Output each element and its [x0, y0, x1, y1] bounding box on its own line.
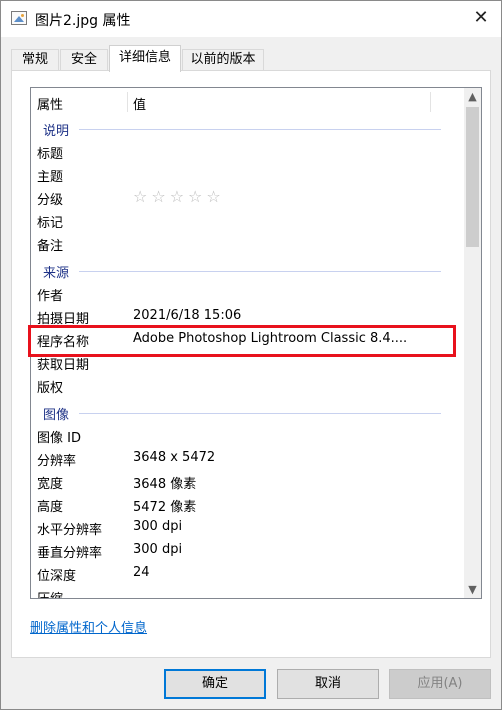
group-label: 说明 [43, 124, 70, 139]
apply-button[interactable]: 应用(A) [389, 669, 491, 699]
details-panel: 属性 值 说明 标题 主题 分级 ☆☆☆☆☆ 标记 备注 来源 作者 拍摄日期 … [11, 70, 491, 658]
property-row[interactable]: 宽度 3648 像素 [31, 470, 464, 493]
property-list[interactable]: 属性 值 说明 标题 主题 分级 ☆☆☆☆☆ 标记 备注 来源 作者 拍摄日期 … [30, 87, 482, 599]
rating-stars[interactable]: ☆☆☆☆☆ [133, 187, 225, 206]
group-divider [79, 129, 441, 130]
property-name: 版权 [37, 381, 64, 396]
vertical-scrollbar[interactable]: ▲ ▼ [464, 88, 481, 598]
title-bar: 图片2.jpg 属性 ✕ [1, 1, 501, 37]
property-row[interactable]: 标题 [31, 140, 464, 163]
property-row[interactable]: 主题 [31, 163, 464, 186]
ok-button[interactable]: 确定 [164, 669, 266, 699]
tab-general[interactable]: 常规 [11, 49, 59, 71]
property-name: 作者 [37, 289, 64, 304]
property-name: 主题 [37, 170, 64, 185]
property-row[interactable]: 作者 [31, 282, 464, 305]
group-label: 图像 [43, 408, 70, 423]
property-name: 标记 [37, 216, 64, 231]
property-name: 宽度 [37, 477, 64, 492]
property-value: 300 dpi [133, 519, 183, 534]
property-row[interactable]: 版权 [31, 374, 464, 397]
property-value: Adobe Photoshop Lightroom Classic 8.4...… [133, 331, 408, 346]
property-row[interactable]: 标记 [31, 209, 464, 232]
group-divider [79, 271, 441, 272]
property-row[interactable]: 垂直分辨率 300 dpi [31, 539, 464, 562]
property-row-program-name[interactable]: 程序名称 Adobe Photoshop Lightroom Classic 8… [31, 328, 464, 351]
property-name: 高度 [37, 500, 64, 515]
window-title: 图片2.jpg 属性 [35, 13, 131, 29]
property-name: 压缩 [37, 588, 63, 598]
property-row[interactable]: 压缩 [31, 585, 464, 598]
property-value: 3648 像素 [133, 477, 197, 492]
column-divider[interactable] [127, 92, 128, 112]
column-header-property[interactable]: 属性 [37, 94, 63, 113]
property-row[interactable]: 分辨率 3648 x 5472 [31, 447, 464, 470]
group-header-origin[interactable]: 来源 [31, 259, 464, 282]
property-row[interactable]: 水平分辨率 300 dpi [31, 516, 464, 539]
property-name: 图像 ID [37, 431, 81, 446]
property-row[interactable]: 高度 5472 像素 [31, 493, 464, 516]
property-name: 备注 [37, 239, 64, 254]
tab-previous-versions[interactable]: 以前的版本 [182, 49, 264, 71]
group-divider [79, 413, 441, 414]
property-value: 24 [133, 565, 150, 580]
column-header-value[interactable]: 值 [133, 94, 146, 113]
property-value: 3648 x 5472 [133, 450, 216, 465]
property-name: 拍摄日期 [37, 312, 90, 327]
scroll-up-arrow-icon[interactable]: ▲ [464, 88, 481, 105]
column-divider[interactable] [430, 92, 431, 112]
property-name: 分级 [37, 193, 64, 208]
property-row[interactable]: 备注 [31, 232, 464, 255]
image-file-icon [11, 11, 27, 25]
property-name: 水平分辨率 [37, 523, 103, 538]
property-row[interactable]: 图像 ID [31, 424, 464, 447]
property-row[interactable]: 获取日期 [31, 351, 464, 374]
property-name: 标题 [37, 147, 64, 162]
close-button[interactable]: ✕ [467, 5, 495, 31]
list-header: 属性 值 [31, 88, 464, 116]
scrollbar-thumb[interactable] [466, 107, 479, 247]
property-row[interactable]: 拍摄日期 2021/6/18 15:06 [31, 305, 464, 328]
remove-properties-link[interactable]: 删除属性和个人信息 [30, 617, 147, 636]
tab-details[interactable]: 详细信息 [109, 45, 181, 72]
cancel-button[interactable]: 取消 [277, 669, 379, 699]
property-value: 5472 像素 [133, 500, 197, 515]
scroll-down-arrow-icon[interactable]: ▼ [464, 581, 481, 598]
group-header-description[interactable]: 说明 [31, 117, 464, 140]
group-label: 来源 [43, 266, 70, 281]
property-name: 垂直分辨率 [37, 546, 103, 561]
property-row[interactable]: 分级 ☆☆☆☆☆ [31, 186, 464, 209]
property-list-content: 属性 值 说明 标题 主题 分级 ☆☆☆☆☆ 标记 备注 来源 作者 拍摄日期 … [31, 88, 464, 598]
property-row[interactable]: 位深度 24 [31, 562, 464, 585]
property-name: 获取日期 [37, 358, 90, 373]
property-value: 2021/6/18 15:06 [133, 308, 242, 323]
property-value: 300 dpi [133, 542, 183, 557]
properties-dialog: 图片2.jpg 属性 ✕ 常规 安全 详细信息 以前的版本 属性 值 说明 标题… [0, 0, 502, 710]
group-header-image[interactable]: 图像 [31, 401, 464, 424]
property-name: 位深度 [37, 569, 77, 584]
property-name: 程序名称 [37, 335, 90, 350]
property-name: 分辨率 [37, 454, 77, 469]
tab-security[interactable]: 安全 [60, 49, 108, 71]
